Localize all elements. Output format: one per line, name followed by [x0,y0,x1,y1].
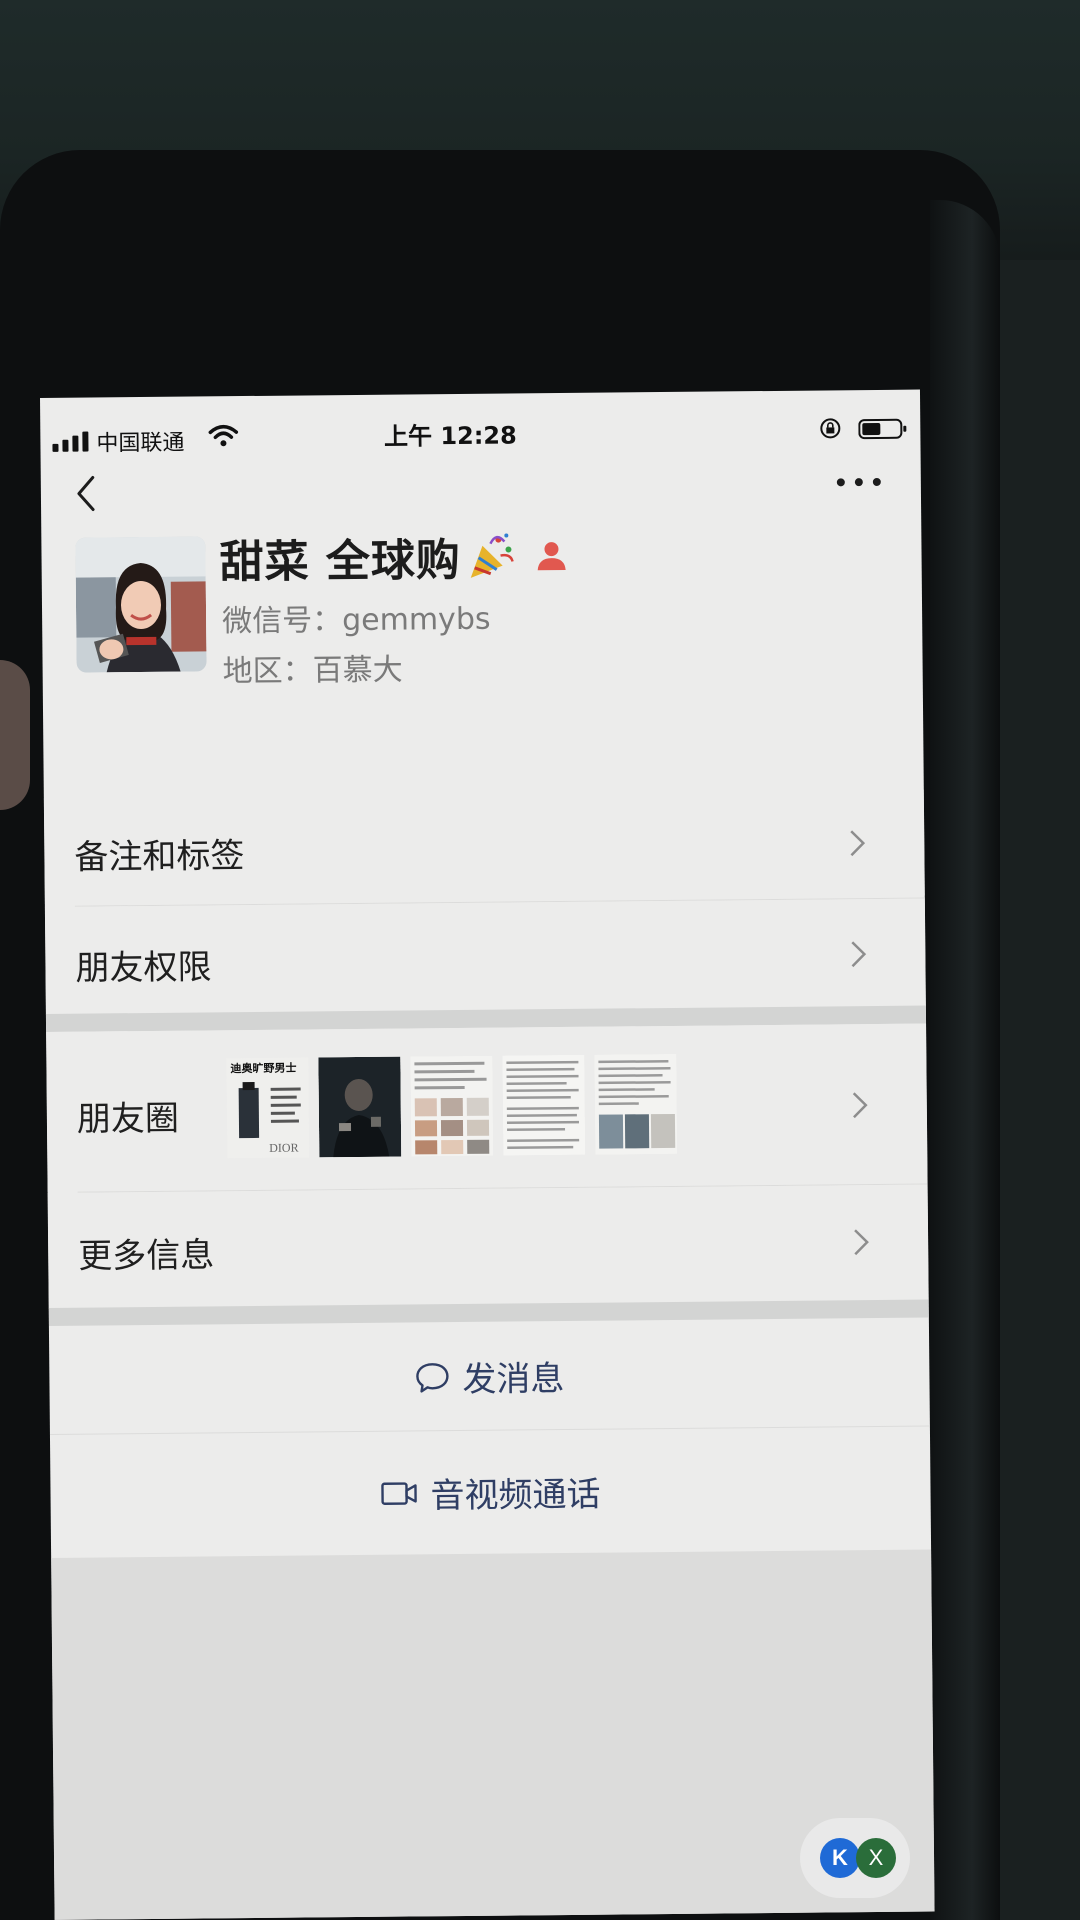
chevron-right-icon [852,1092,868,1119]
avatar[interactable] [75,536,207,673]
row-friend-permissions[interactable]: 朋友权限 [44,898,926,1015]
send-message-label: 发消息 [462,1359,565,1400]
video-camera-icon [381,1481,417,1505]
party-popper-icon [471,533,515,578]
profile-header: 甜菜 全球购 微信号：gemmybs 地区：百慕大 [41,530,923,738]
nav-bar [41,450,922,528]
floating-assistant-ball[interactable]: K X [800,1818,910,1898]
send-message-button[interactable]: 发消息 [49,1348,929,1406]
divider-line [49,1425,930,1435]
close-x-icon[interactable]: X [856,1838,896,1878]
row-moments-label: 朋友圈 [76,1098,180,1140]
region: 地区：百慕大 [222,652,403,690]
moments-thumb [594,1053,678,1155]
moments-thumbnails: 迪奥旷野男士 DIOR [226,1053,678,1159]
chevron-right-icon [854,1229,869,1256]
row-remark-tags-label: 备注和标签 [74,836,245,878]
av-call-button[interactable]: 音视频通话 [50,1464,930,1521]
row-moments[interactable]: 朋友圈 迪奥旷野男士 DIOR [46,1023,928,1192]
name-row: 甜菜 全球购 [219,523,569,590]
phone-side-edge [930,200,1000,1920]
finger [0,660,30,810]
row-friend-permissions-label: 朋友权限 [75,947,212,989]
thumb-brand: DIOR [269,1141,298,1155]
status-bar: 中国联通 上午 12:28 [40,390,921,458]
moments-thumb: 迪奥旷野男士 DIOR [226,1057,310,1159]
chevron-right-icon [850,830,866,857]
row-more-info-label: 更多信息 [78,1235,215,1277]
status-time: 上午 12:28 [383,421,517,451]
k-app-icon: K [820,1838,860,1878]
av-call-label: 音视频通话 [430,1474,601,1517]
wechat-id: 微信号：gemmybs [221,601,491,640]
phone-screen: 中国联通 上午 12:28 甜菜 全球购 微信号：gemmybs 地区：百慕大 … [40,389,935,1920]
person-icon [538,542,567,571]
more-icon[interactable] [831,470,887,495]
moments-thumb [410,1055,494,1157]
row-remark-tags[interactable]: 备注和标签 [43,789,925,904]
battery-icon [858,418,907,440]
chevron-right-icon [851,941,867,968]
rotation-lock-icon [820,418,841,439]
thumb-title: 迪奥旷野男士 [230,1061,296,1076]
moments-thumb [318,1056,402,1158]
moments-thumb [502,1054,586,1156]
back-icon[interactable] [71,471,101,515]
row-more-info[interactable]: 更多信息 [47,1184,929,1309]
chat-bubble-icon [416,1362,449,1393]
contact-name: 甜菜 全球购 [219,534,462,589]
